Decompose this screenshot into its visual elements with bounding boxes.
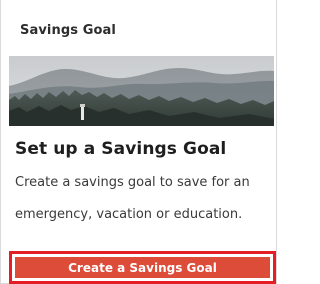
hero-image [9,56,274,126]
card-description-line: Create a savings goal to save for an [15,175,250,190]
card-title: Set up a Savings Goal [15,139,227,159]
savings-goal-card: Savings Goal Set up a Savings Goal Creat… [0,0,277,284]
card-header-title: Savings Goal [20,23,116,38]
card-description-line: emergency, vacation or education. [15,207,243,222]
card-header: Savings Goal [1,0,276,56]
create-savings-goal-button[interactable]: Create a Savings Goal [15,257,270,278]
create-savings-goal-button-focus-ring: Create a Savings Goal [9,251,276,284]
